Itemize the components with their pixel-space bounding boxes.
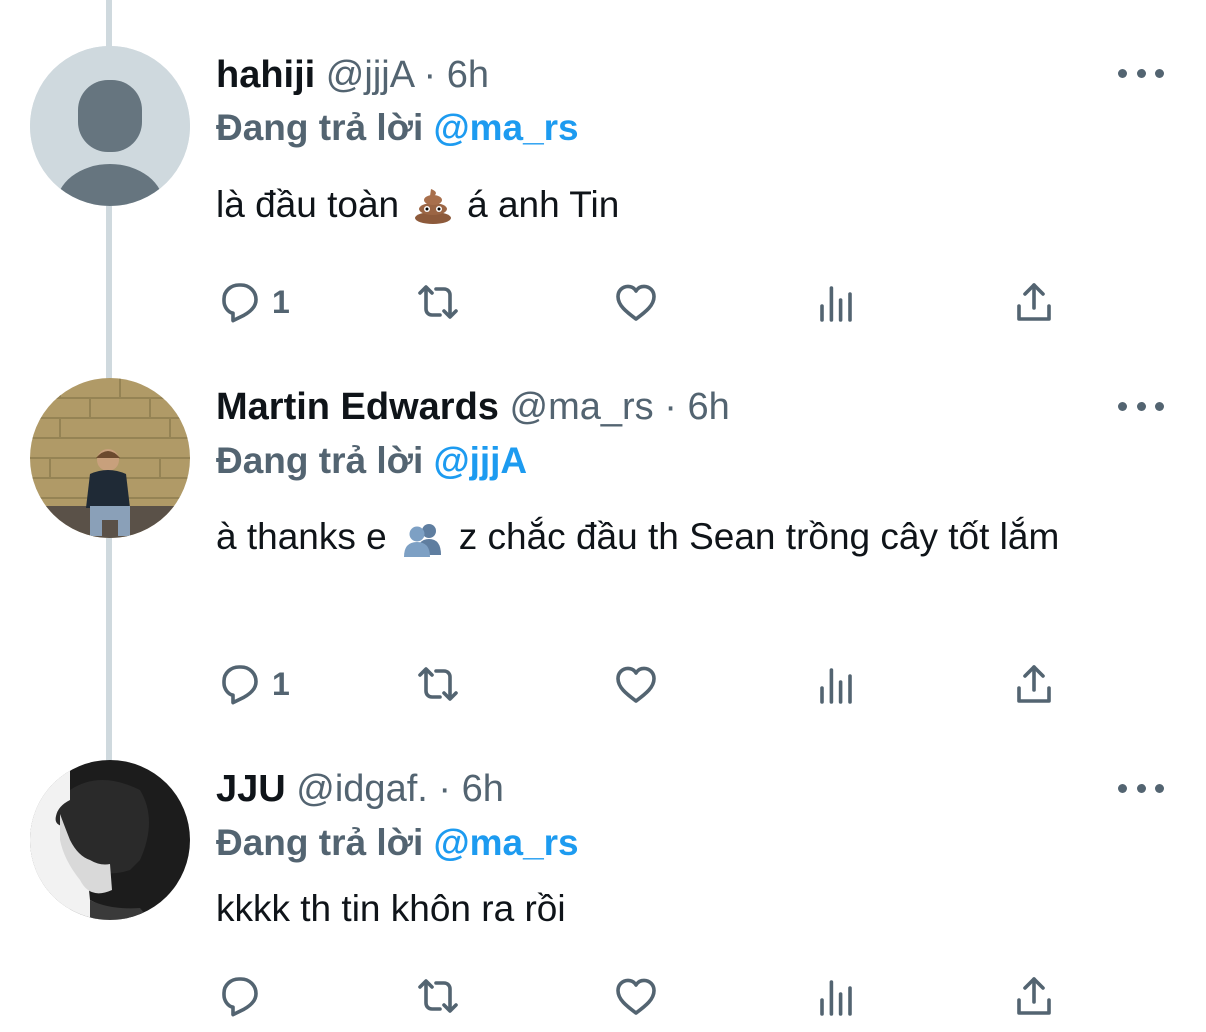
profile-photo — [30, 760, 190, 920]
share-icon — [1017, 665, 1051, 703]
heart-icon — [616, 666, 656, 703]
replying-to-label: Đang trả lời — [216, 822, 424, 863]
replying-to: Đang trả lời @ma_rs — [216, 820, 579, 866]
tweet-text: là đầu toàn á anh Tin — [216, 176, 1176, 242]
tweet-text-part: là đầu toàn — [216, 184, 400, 225]
retweet-icon — [418, 285, 458, 319]
analytics-button[interactable] — [812, 654, 860, 714]
like-button[interactable] — [612, 272, 660, 332]
share-button[interactable] — [1010, 272, 1058, 332]
reply-icon — [222, 283, 258, 323]
user-handle[interactable]: @jjjA — [326, 54, 413, 96]
tweet-header: hahiji @jjjA · 6h — [216, 52, 489, 98]
action-bar: 1 — [0, 272, 1206, 332]
action-bar: 1 — [0, 654, 1206, 714]
tweet-text-part: á anh Tin — [467, 184, 620, 225]
action-bar — [0, 966, 1206, 1026]
mention-link[interactable]: @ma_rs — [434, 107, 579, 148]
separator-dot: · — [664, 386, 677, 428]
more-options-button[interactable] — [1118, 396, 1164, 416]
tweet-header: Martin Edwards @ma_rs · 6h — [216, 384, 730, 430]
reply-button[interactable]: 1 — [216, 654, 290, 714]
heart-icon — [616, 284, 656, 321]
default-avatar-icon — [30, 46, 190, 206]
bar-chart-icon — [820, 286, 852, 322]
tweet-text: kkkk th tin khôn ra rồi — [216, 888, 566, 929]
replying-to: Đang trả lời @ma_rs — [216, 105, 579, 151]
retweet-icon — [418, 667, 458, 701]
reply-button[interactable] — [216, 966, 272, 1026]
analytics-button[interactable] — [812, 966, 860, 1026]
replying-to-label: Đang trả lời — [216, 107, 424, 148]
like-button[interactable] — [612, 966, 660, 1026]
retweet-icon — [418, 979, 458, 1013]
share-icon — [1017, 977, 1051, 1015]
tweet-header: JJU @idgaf. · 6h — [216, 766, 504, 812]
avatar[interactable] — [30, 46, 190, 206]
timestamp[interactable]: 6h — [687, 386, 729, 428]
avatar[interactable] — [30, 378, 190, 538]
tweet-text: à thanks e z chắc đầu th Sean trồng cây t… — [216, 508, 1176, 574]
reply-count: 1 — [272, 665, 290, 702]
tweet-text-part: à thanks e — [216, 516, 387, 557]
tweet[interactable]: Martin Edwards @ma_rs · 6h Đang trả lời … — [0, 360, 1206, 760]
retweet-button[interactable] — [414, 966, 462, 1026]
separator-dot: · — [423, 54, 437, 96]
share-button[interactable] — [1010, 966, 1058, 1026]
like-button[interactable] — [612, 654, 660, 714]
tweet-text-part: z chắc đầu th Sean trồng cây tốt lắm — [458, 516, 1060, 557]
pile-of-poo-icon — [413, 184, 453, 242]
profile-photo — [30, 378, 190, 538]
bar-chart-icon — [820, 668, 852, 704]
display-name[interactable]: Martin Edwards — [216, 386, 499, 428]
timestamp[interactable]: 6h — [447, 54, 489, 96]
reply-icon — [222, 977, 258, 1017]
reply-icon — [222, 665, 258, 705]
avatar[interactable] — [30, 760, 190, 920]
separator-dot: · — [438, 768, 452, 810]
replying-to: Đang trả lời @jjjA — [216, 438, 527, 484]
mention-link[interactable]: @jjjA — [434, 440, 528, 481]
retweet-button[interactable] — [414, 654, 462, 714]
reply-button[interactable]: 1 — [216, 272, 290, 332]
display-name[interactable]: JJU — [216, 768, 286, 810]
mention-link[interactable]: @ma_rs — [434, 822, 579, 863]
replying-to-label: Đang trả lời — [216, 440, 424, 481]
share-button[interactable] — [1010, 654, 1058, 714]
timestamp[interactable]: 6h — [462, 768, 504, 810]
bar-chart-icon — [820, 980, 852, 1016]
analytics-button[interactable] — [812, 272, 860, 332]
user-handle[interactable]: @ma_rs — [510, 386, 654, 428]
more-options-button[interactable] — [1118, 63, 1164, 83]
reply-count: 1 — [272, 283, 290, 320]
user-handle[interactable]: @idgaf. — [296, 768, 428, 810]
display-name[interactable]: hahiji — [216, 54, 315, 96]
tweet[interactable]: hahiji @jjjA · 6h Đang trả lời @ma_rs là… — [0, 0, 1206, 360]
tweet[interactable]: JJU @idgaf. · 6h Đang trả lời @ma_rs kkk… — [0, 760, 1206, 1032]
more-options-button[interactable] — [1118, 778, 1164, 798]
share-icon — [1017, 283, 1051, 321]
busts-in-silhouette-icon — [401, 516, 445, 574]
heart-icon — [616, 978, 656, 1015]
retweet-button[interactable] — [414, 272, 462, 332]
